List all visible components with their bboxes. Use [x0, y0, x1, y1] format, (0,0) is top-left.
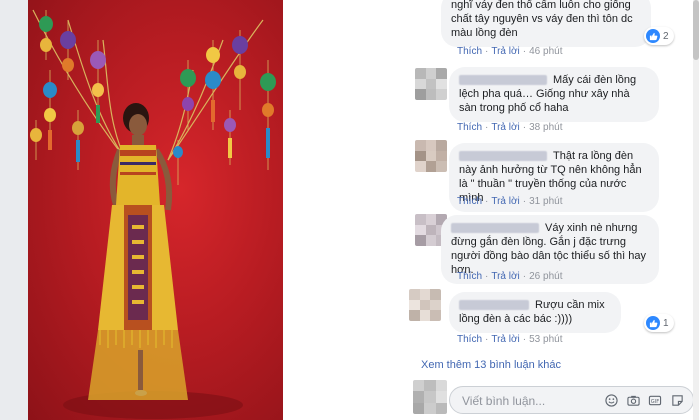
- content-gap: [283, 0, 408, 420]
- comment-actions: Thích · Trả lời · 31 phút: [457, 196, 563, 207]
- comment-time: 26 phút: [529, 271, 563, 282]
- comment-placeholder: Viết bình luận...: [462, 394, 546, 408]
- comment-bubble: Mấy cái đèn lồng lệch pha quá… Giống như…: [449, 67, 659, 122]
- current-user-avatar[interactable]: [413, 380, 447, 414]
- commenter-name-blurred[interactable]: [459, 75, 547, 86]
- comment-text: nghĩ váy đen thổ cẩm luôn cho giống chất…: [451, 0, 633, 39]
- sticker-icon[interactable]: [669, 392, 685, 408]
- like-link[interactable]: Thích: [457, 46, 482, 57]
- like-link[interactable]: Thích: [457, 334, 482, 345]
- comment-time: 46 phút: [529, 46, 563, 57]
- like-reaction-icon: [646, 316, 660, 330]
- emoji-icon[interactable]: [603, 392, 619, 408]
- comment-actions: Thích · Trả lời · 26 phút: [457, 271, 563, 282]
- comment-input[interactable]: Viết bình luận... GIF: [449, 386, 694, 414]
- comment-actions: Thích · Trả lời · 38 phút: [457, 122, 563, 133]
- comment-bubble: Rượu cần mix lồng đèn à các bác :)))): [449, 292, 621, 333]
- comment-time: 38 phút: [529, 122, 563, 133]
- reply-link[interactable]: Trả lời: [491, 196, 519, 207]
- reaction-count[interactable]: 1: [644, 314, 674, 332]
- comment-composer: Viết bình luận... GIF: [404, 378, 699, 420]
- reaction-number: 2: [663, 30, 669, 42]
- comment-actions: Thích · Trả lời · 53 phút: [457, 334, 563, 345]
- reply-link[interactable]: Trả lời: [491, 122, 519, 133]
- scrollbar-thumb[interactable]: [693, 0, 699, 60]
- left-sidebar-strip: [0, 0, 28, 420]
- gif-icon[interactable]: GIF: [647, 392, 663, 408]
- svg-text:GIF: GIF: [651, 398, 659, 404]
- like-link[interactable]: Thích: [457, 122, 482, 133]
- avatar[interactable]: [415, 140, 447, 172]
- costume-photo-illustration: [30, 9, 276, 419]
- comment-actions: Thích · Trả lời · 46 phút: [457, 46, 563, 57]
- comments-section: nghĩ váy đen thổ cẩm luôn cho giống chất…: [404, 0, 699, 420]
- avatar[interactable]: [415, 68, 447, 100]
- like-link[interactable]: Thích: [457, 271, 482, 282]
- scrollbar-track[interactable]: [693, 0, 699, 420]
- camera-icon[interactable]: [625, 392, 641, 408]
- comment-time: 53 phút: [529, 334, 563, 345]
- reaction-number: 1: [663, 317, 669, 329]
- composer-icons: GIF: [603, 392, 685, 408]
- comment-time: 31 phút: [529, 196, 563, 207]
- like-link[interactable]: Thích: [457, 196, 482, 207]
- reply-link[interactable]: Trả lời: [491, 271, 519, 282]
- view-more-comments-link[interactable]: Xem thêm 13 bình luận khác: [421, 359, 561, 371]
- reply-link[interactable]: Trả lời: [491, 334, 519, 345]
- commenter-name-blurred[interactable]: [459, 300, 529, 311]
- reaction-count[interactable]: 2: [644, 27, 674, 45]
- reply-link[interactable]: Trả lời: [491, 46, 519, 57]
- avatar[interactable]: [409, 289, 441, 321]
- like-reaction-icon: [646, 29, 660, 43]
- commenter-name-blurred[interactable]: [459, 151, 547, 162]
- post-photo[interactable]: [28, 0, 283, 420]
- comment-bubble: nghĩ váy đen thổ cẩm luôn cho giống chất…: [441, 0, 651, 47]
- commenter-name-blurred[interactable]: [451, 223, 539, 234]
